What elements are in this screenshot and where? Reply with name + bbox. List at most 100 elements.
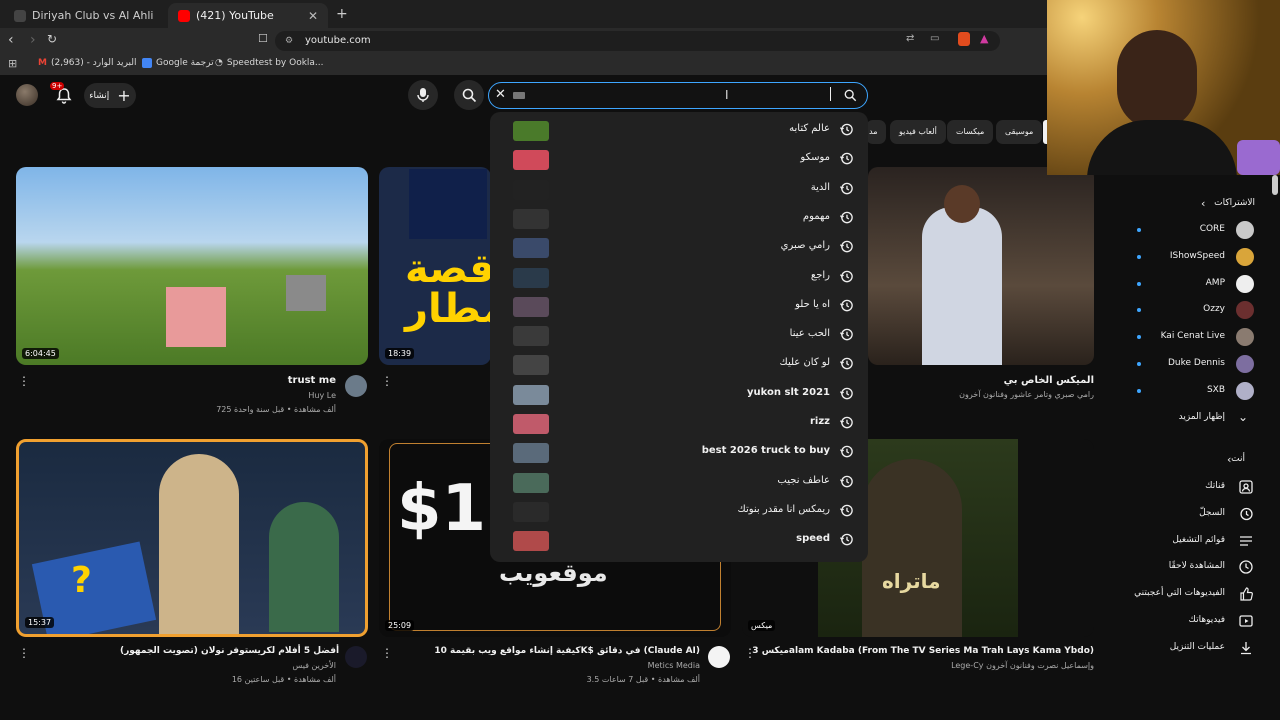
suggestion-item[interactable]: موسكو (490, 145, 868, 174)
subscriptions-heading[interactable]: الاشتراكات (1214, 198, 1255, 208)
suggestion-item[interactable]: best 2026 truck to buy (490, 438, 868, 467)
sidebar-channel-item[interactable]: IShowSpeed (1115, 245, 1260, 271)
right-sidebar: الاشتراكات ‹ CORE IShowSpeed AMP Ozzy Kai Cena… (1115, 180, 1275, 690)
voice-search-button[interactable] (408, 80, 438, 110)
tab-title: (421) YouTube (196, 9, 274, 22)
suggestion-item[interactable]: yukon slt 2021 (490, 380, 868, 409)
video-title[interactable]: كيفية إنشاء مواقع ويب بقيمة 10K$ في دقائ… (420, 646, 700, 656)
more-options-icon[interactable]: ⋮ (381, 646, 393, 660)
suggestion-item[interactable]: رامي صبري (490, 233, 868, 262)
video-thumbnail[interactable]: قصة المطار 18:39 (379, 167, 491, 365)
channel-name[interactable]: Lege-Cy وإسماعيل نصرت وفنانون آخرون (742, 661, 1094, 670)
scrollbar-thumb[interactable] (1272, 175, 1278, 195)
forward-icon[interactable]: › (30, 32, 36, 48)
video-title[interactable]: ميكس 3alam Kadaba (From The TV Series Ma… (742, 646, 1094, 656)
keyboard-icon[interactable] (513, 92, 525, 99)
sidebar-you-item[interactable]: المشاهدة لاحقًا (1115, 555, 1260, 581)
clear-search-icon[interactable]: ✕ (495, 87, 506, 102)
video-thumbnail[interactable]: ? 15:37 (16, 439, 368, 637)
search-box[interactable]: ✕ I (488, 82, 868, 109)
video-title[interactable]: trust me (200, 375, 336, 386)
apps-grid-icon[interactable]: ⊞ (8, 57, 17, 70)
show-more-button[interactable]: إظهار المزيد ⌄ (1115, 406, 1260, 432)
channel-avatar[interactable] (345, 375, 367, 397)
channel-name: AMP (1205, 277, 1225, 288)
suggestion-item[interactable]: عاطف نجيب (490, 468, 868, 497)
sidebar-channel-item[interactable]: AMP (1115, 272, 1260, 298)
video-thumbnail[interactable] (868, 167, 1094, 365)
video-title[interactable]: أفضل 5 أفلام لكريستوفر نولان (تصويت الجم… (120, 646, 339, 656)
url-field[interactable]: ⚙ youtube.com (275, 31, 1000, 51)
more-options-icon[interactable]: ⋮ (18, 646, 30, 660)
search-input[interactable] (511, 88, 811, 104)
sidebar-you-item[interactable]: قناتك (1115, 475, 1260, 501)
brave-shield-icon[interactable] (958, 32, 970, 46)
sidebar-channel-item[interactable]: SXB (1115, 379, 1260, 405)
close-tab-icon[interactable]: ✕ (308, 9, 318, 23)
bookmark-translate[interactable]: Google ترجمة (142, 58, 214, 68)
more-options-icon[interactable]: ⋮ (18, 374, 30, 388)
video-title[interactable]: الميكس الخاص بي (868, 375, 1094, 386)
channel-name[interactable]: Huy Le (200, 391, 336, 400)
bookmark-star-icon[interactable]: ☐ (258, 32, 268, 45)
suggestion-item[interactable]: مهموم (490, 204, 868, 233)
account-avatar[interactable] (16, 84, 38, 106)
video-thumbnail[interactable]: 6:04:45 (16, 167, 368, 365)
suggestion-item[interactable]: rizz (490, 409, 868, 438)
thumbnail-overlay-text: موقعويب (499, 559, 608, 587)
more-options-icon[interactable]: ⋮ (381, 374, 393, 388)
suggestion-item[interactable]: ريمكس انا مقدر بنوتك (490, 497, 868, 526)
channel-name[interactable]: الأخرين فيس (200, 661, 336, 670)
chip-mixes[interactable]: ميكسات (947, 120, 994, 144)
suggestion-item[interactable]: الدية (490, 175, 868, 204)
bookmark-gmail[interactable]: M البريد الوارد - (2,963) (38, 58, 137, 68)
channel-avatar[interactable] (345, 646, 367, 668)
search-toggle-button[interactable] (454, 80, 484, 110)
history-icon (839, 358, 853, 370)
reload-icon[interactable]: ↻ (47, 32, 57, 46)
chip-music[interactable]: موسيقى (996, 120, 1043, 144)
chevron-left-icon[interactable]: ‹ (1201, 197, 1205, 210)
sidebar-you-item[interactable]: الفيديوهات التي أعجبتني (1115, 582, 1260, 608)
bookmark-label: البريد الوارد - (2,963) (50, 58, 137, 68)
sidebar-channel-item[interactable]: Ozzy (1115, 298, 1260, 324)
sidebar-you-item[interactable]: فيديوهاتك (1115, 609, 1260, 635)
channel-name: Kai Cenat Live (1160, 331, 1225, 342)
suggestion-item[interactable]: لو كان عليك (490, 350, 868, 379)
chevron-left-icon[interactable]: ‹ (1227, 453, 1231, 466)
webcam-overlay (1047, 0, 1280, 175)
site-favicon-icon (14, 9, 26, 22)
translate-icon[interactable]: ⇄ (906, 33, 914, 44)
suggestion-item[interactable]: راجع (490, 263, 868, 292)
chip-more[interactable]: مد (866, 120, 886, 144)
sidebar-channel-item[interactable]: CORE (1115, 218, 1260, 244)
sidebar-channel-item[interactable]: Kai Cenat Live (1115, 325, 1260, 351)
create-button[interactable]: إنشاء + (84, 83, 136, 108)
site-info-icon[interactable]: ⚙ (285, 31, 293, 51)
rewards-icon[interactable]: ▲ (980, 32, 988, 45)
tab-youtube[interactable]: (421) YouTube ✕ (168, 3, 328, 28)
suggestion-item[interactable]: speed (490, 526, 868, 555)
notifications-bell-icon[interactable]: 9+ (50, 82, 74, 106)
sidebar-you-item[interactable]: السجلّ (1115, 502, 1260, 528)
suggestion-item[interactable]: عالم كتابه (490, 116, 868, 145)
channel-name: Duke Dennis (1168, 358, 1225, 368)
bookmark-speedtest[interactable]: ◔ Speedtest by Ookla... (215, 58, 324, 68)
more-options-icon[interactable]: ⋮ (744, 646, 756, 660)
channel-name[interactable]: رامي صبري وتامر عاشور وفنانون آخرون (868, 390, 1094, 399)
channel-avatar[interactable] (708, 646, 730, 668)
cast-icon[interactable]: ▭ (930, 33, 939, 44)
tab-diriyah[interactable]: Diriyah Club vs Al Ahli (4, 3, 164, 28)
channel-avatar (1236, 381, 1254, 400)
back-icon[interactable]: ‹ (8, 32, 14, 48)
sidebar-you-item[interactable]: قوائم التشغيل (1115, 529, 1260, 555)
search-submit-icon[interactable] (844, 89, 857, 102)
sidebar-you-item[interactable]: عمليات التنزيل (1115, 636, 1260, 662)
suggestion-item[interactable]: الحب عينا (490, 321, 868, 350)
sidebar-channel-item[interactable]: Duke Dennis (1115, 352, 1260, 378)
new-tab-icon[interactable]: + (336, 6, 348, 22)
you-heading[interactable]: أنت (1231, 454, 1245, 464)
suggestion-item[interactable]: اه يا حلو (490, 292, 868, 321)
channel-name[interactable]: Metics Media (560, 661, 700, 670)
chip-video-games[interactable]: ألعاب فيديو (890, 120, 946, 144)
